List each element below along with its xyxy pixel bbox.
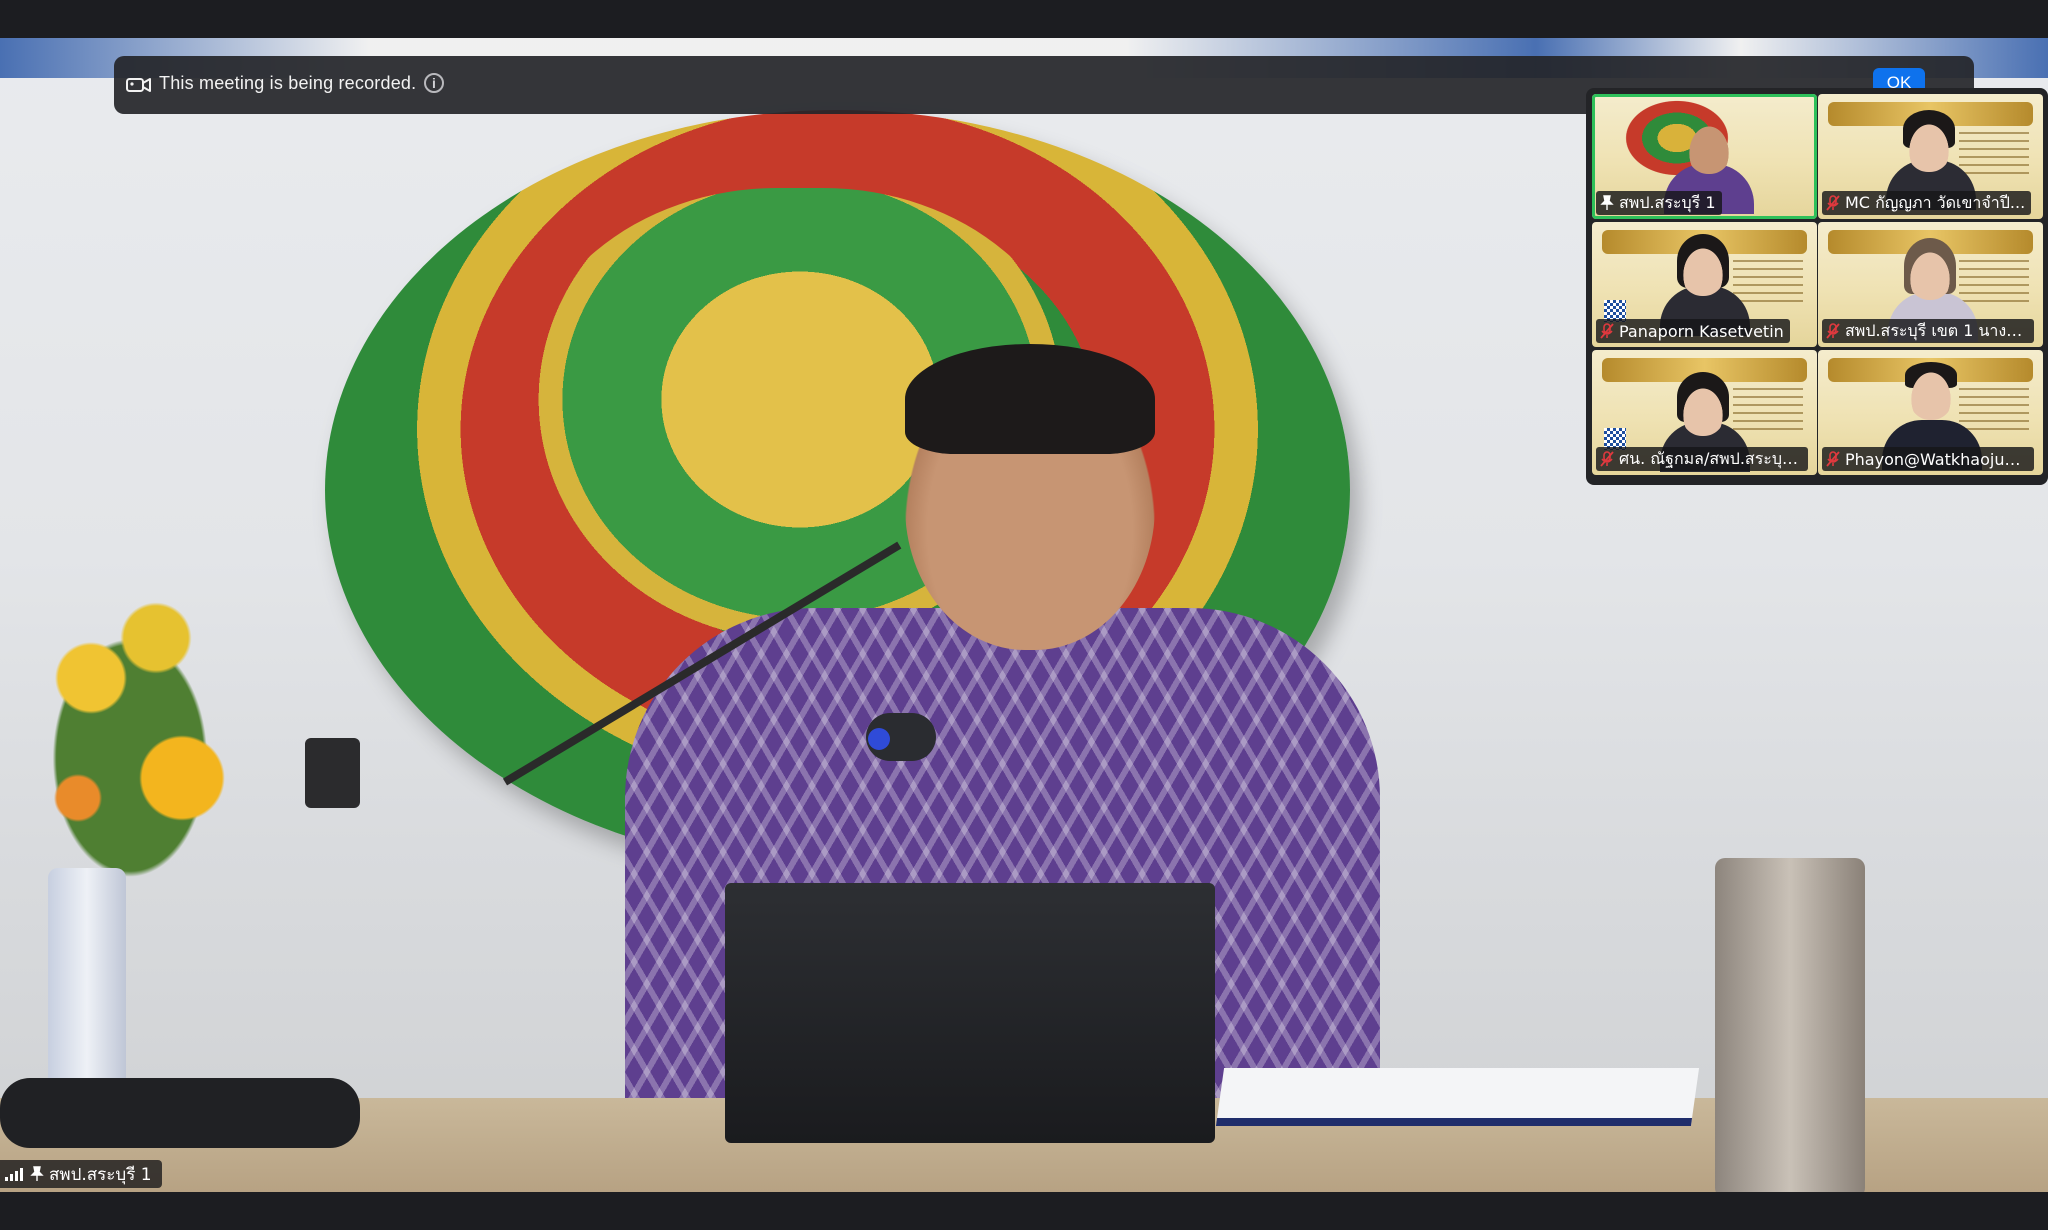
webcam (305, 738, 360, 808)
participant-name-label: ศน. ณัฐกมล/สพป.สระบุรี 1 (1596, 447, 1808, 471)
participant-tile[interactable]: Phayon@Watkhaojum... (1818, 350, 2043, 475)
participant-name-label: MC กัญญภา วัดเขาจำปี... (1822, 191, 2032, 215)
laptop (725, 883, 1215, 1143)
participant-tile[interactable]: Panaporn Kasetvetin (1592, 222, 1817, 347)
mic-muted-icon (1826, 451, 1840, 467)
tile-person-head (1686, 122, 1732, 174)
tile-person-head (1907, 248, 1953, 300)
documents (1215, 1068, 1700, 1126)
tile-slide-text (1959, 260, 2029, 304)
recording-message: This meeting is being recorded. (159, 73, 417, 93)
tile-slide-text (1959, 132, 2029, 176)
microphone-tip (868, 728, 890, 750)
participant-name-label: สพป.สระบุรี 1 (1596, 191, 1722, 215)
tile-person-head (1680, 384, 1726, 436)
info-icon[interactable]: i (424, 73, 444, 93)
left-microphone (0, 1078, 360, 1148)
tile-person-head (1906, 120, 1952, 172)
mic-muted-icon (1826, 323, 1840, 339)
mic-muted-icon (1826, 195, 1840, 211)
tile-person-head (1680, 244, 1726, 296)
pin-icon (1600, 195, 1614, 210)
participant-name-label: สพป.สระบุรี เขต 1 นางติ... (1822, 319, 2034, 343)
participant-name-label: Panaporn Kasetvetin (1596, 319, 1790, 343)
participant-tile[interactable]: MC กัญญภา วัดเขาจำปี... (1818, 94, 2043, 219)
pin-icon (30, 1166, 44, 1181)
mic-muted-icon (1600, 451, 1614, 467)
window-bottom-bar (0, 1192, 2048, 1230)
signal-bars-icon (5, 1168, 23, 1181)
video-camera-icon (126, 78, 151, 92)
window-top-bar (0, 0, 2048, 38)
participant-tile[interactable]: ศน. ณัฐกมล/สพป.สระบุรี 1 (1592, 350, 1817, 475)
mic-muted-icon (1600, 323, 1614, 339)
speaker-hair (905, 344, 1155, 454)
gallery-view: สพป.สระบุรี 1 MC กัญญภา วัดเขาจำปี... Pa… (1586, 88, 2048, 485)
tile-slide-text (1733, 260, 1803, 304)
participant-tile[interactable]: สพป.สระบุรี เขต 1 นางติ... (1818, 222, 2043, 347)
participant-tile[interactable]: สพป.สระบุรี 1 (1592, 94, 1817, 219)
tile-slide-text (1733, 388, 1803, 432)
tile-slide-text (1959, 388, 2029, 432)
tile-person-head (1908, 368, 1954, 420)
flower-arrangement (0, 558, 260, 958)
speaker-name-label: สพป.สระบุรี 1 (0, 1160, 162, 1188)
tumbler (1715, 858, 1865, 1192)
participant-name-label: Phayon@Watkhaojum... (1822, 447, 2034, 471)
